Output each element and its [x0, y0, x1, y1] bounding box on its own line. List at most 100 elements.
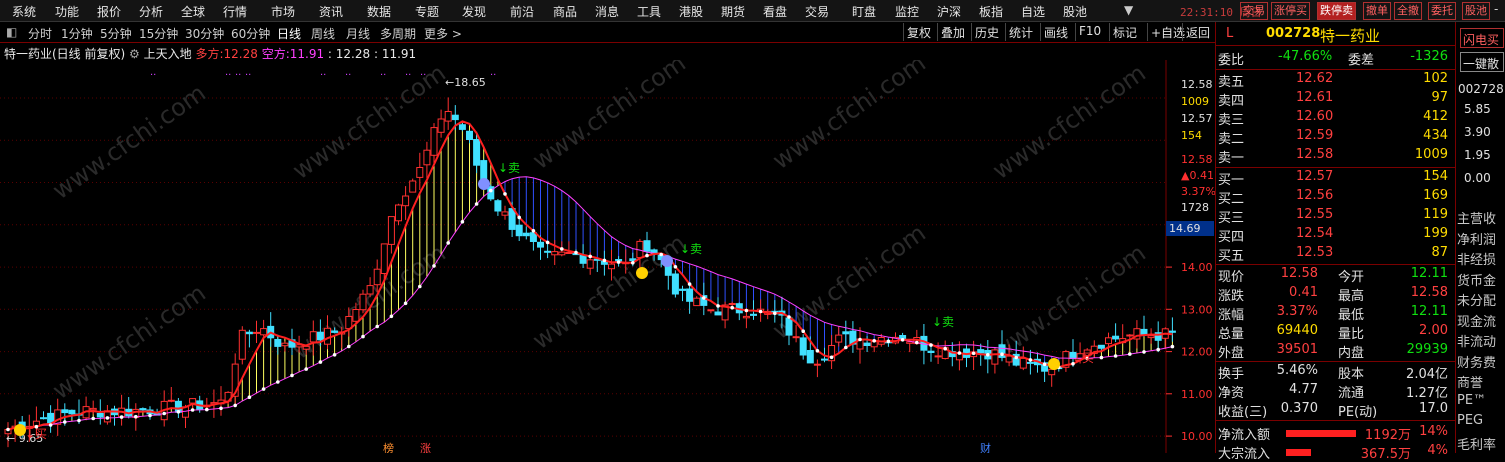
candle-body	[430, 127, 438, 156]
settings-icon[interactable]: ⚙	[129, 47, 140, 61]
trade-button[interactable]: 涨停买	[1271, 2, 1310, 20]
toolbar-button[interactable]: 画线	[1040, 23, 1071, 41]
toolbar-button[interactable]: F10	[1075, 23, 1104, 41]
stat-row: 现价 12.58 今开 12.11	[1216, 266, 1456, 285]
toolbar-button[interactable]: 叠加	[937, 23, 968, 41]
fundamental-item[interactable]: 现金流	[1457, 311, 1496, 330]
menu-item[interactable]: 看盘	[763, 3, 787, 20]
menu-item[interactable]: 商品	[553, 3, 577, 20]
side-code: 002728	[1458, 82, 1504, 96]
trade-button[interactable]: 全撤	[1394, 2, 1422, 20]
event-marker[interactable]: 财	[980, 441, 991, 453]
menu-item[interactable]: 分析	[139, 3, 163, 20]
ma-dot	[389, 314, 394, 319]
menu-item[interactable]: 报价	[97, 3, 121, 20]
menu-item[interactable]: 系统	[12, 3, 36, 20]
fundamental-item[interactable]: 商誉	[1457, 372, 1483, 391]
candle-body	[1026, 361, 1034, 364]
trade-button[interactable]: 交易	[1240, 2, 1268, 20]
toolbar-button[interactable]: 返回	[1182, 23, 1213, 41]
menu-item[interactable]: 市场	[271, 3, 295, 20]
flash-buy-button[interactable]: 闪电买	[1460, 28, 1504, 48]
candlestick-chart[interactable]: www.cfchi.com www.cfchi.com www.cfchi.com w…	[0, 60, 1215, 453]
fundamental-item[interactable]: 非经损	[1457, 249, 1496, 268]
fundamental-item[interactable]: 非流动	[1457, 331, 1496, 350]
menu-item[interactable]: 沪深	[937, 3, 961, 20]
toolbar-button[interactable]: 历史	[971, 23, 1002, 41]
menu-item[interactable]: 港股	[679, 3, 703, 20]
menu-item[interactable]: 全球	[181, 3, 205, 20]
timeframe-tab[interactable]: 多周期	[380, 25, 416, 42]
toolbar-button[interactable]: 统计	[1005, 23, 1036, 41]
timeframe-tab[interactable]: 日线	[277, 25, 301, 42]
ma-dot	[787, 315, 791, 319]
event-marker[interactable]: 榜	[383, 441, 394, 453]
menu-item[interactable]: 监控	[895, 3, 919, 20]
menu-item[interactable]: 前沿	[510, 3, 534, 20]
timeframe-tab[interactable]: 周线	[311, 25, 335, 42]
timeframe-tab[interactable]: 5分钟	[100, 25, 132, 42]
timeframe-tab[interactable]: 15分钟	[139, 25, 178, 42]
timeframe-tab[interactable]: 月线	[346, 25, 370, 42]
trade-button[interactable]: 跌停卖	[1317, 2, 1356, 20]
menu-item[interactable]: 板指	[979, 3, 1003, 20]
trade-button[interactable]: 股池	[1462, 2, 1490, 20]
kong-value: 11.91	[289, 47, 325, 61]
menu-item[interactable]: 数据	[367, 3, 391, 20]
timeframe-tab[interactable]: 60分钟	[231, 25, 270, 42]
toolbar-button[interactable]: 标记	[1109, 23, 1140, 41]
diamond-icon[interactable]: ◇	[1136, 60, 1145, 61]
timeframe-tab[interactable]: 更多 >	[424, 25, 462, 42]
menu-item[interactable]: 功能	[55, 3, 79, 20]
smile-face-icon	[14, 424, 26, 436]
stat-value: 29939	[1406, 342, 1448, 357]
trade-button[interactable]: 撤单	[1363, 2, 1391, 20]
candle-body	[458, 124, 466, 130]
menu-item[interactable]: 消息	[595, 3, 619, 20]
fundamental-item[interactable]: 货币金	[1457, 270, 1496, 289]
menu-item[interactable]: 股池	[1063, 3, 1087, 20]
axis-change-value: ▲0.41	[1181, 169, 1214, 182]
bid-row: 买二 12.56 169	[1216, 188, 1456, 207]
candle-body	[238, 329, 246, 360]
ma-dot	[716, 304, 720, 308]
menu-item[interactable]: 资讯	[319, 3, 343, 20]
menu-item[interactable]: 发现	[462, 3, 486, 20]
menu-item[interactable]: 期货	[721, 3, 745, 20]
watermark: www.cfchi.com	[987, 60, 1150, 185]
fundamental-item[interactable]: 净利润	[1457, 229, 1496, 248]
ma-dot	[48, 423, 53, 427]
one-click-button[interactable]: 一键散	[1460, 52, 1504, 72]
event-marker[interactable]: 涨	[420, 442, 431, 453]
ask-price: 12.58	[1296, 147, 1334, 162]
stat-value: 0.41	[1289, 285, 1318, 300]
menu-item[interactable]: 专题	[415, 3, 439, 20]
menu-dropdown-icon[interactable]: ▼	[1124, 3, 1133, 17]
menu-item[interactable]: 盯盘	[852, 3, 876, 20]
timeframe-tab[interactable]: 30分钟	[185, 25, 224, 42]
fundamental-item[interactable]: 未分配	[1457, 290, 1496, 309]
menu-item[interactable]: 交易	[805, 3, 829, 20]
fundamental-item[interactable]: PE™	[1457, 393, 1486, 408]
timeframe-tab[interactable]: 1分钟	[61, 25, 93, 42]
bid-price: 12.56	[1296, 188, 1334, 203]
quote-header: L 002728 特一药业	[1216, 22, 1456, 46]
fundamental-item[interactable]: PEG	[1457, 413, 1483, 428]
fundamental-item[interactable]: 主营收	[1457, 208, 1496, 227]
indicator-name[interactable]: 上天入地	[144, 47, 192, 61]
menu-item[interactable]: 工具	[637, 3, 661, 20]
ma-dot	[1113, 354, 1118, 358]
minimize-icon[interactable]: -	[1494, 2, 1498, 16]
menu-item[interactable]: 行情	[223, 3, 247, 20]
signal-dot: ··	[225, 70, 231, 81]
toolbar-button[interactable]: 复权	[903, 23, 934, 41]
bid-label: 买四	[1218, 230, 1245, 245]
ma-dot	[545, 240, 550, 245]
timeframe-tab[interactable]: 分时	[28, 25, 52, 42]
fundamental-item[interactable]: 毛利率	[1457, 434, 1496, 453]
trade-button[interactable]: 委托	[1428, 2, 1456, 20]
fundamental-item[interactable]: 财务费	[1457, 352, 1496, 371]
menu-item[interactable]: 自选	[1021, 3, 1045, 20]
sidebar-toggle-icon[interactable]: ◧	[6, 25, 17, 39]
candle-body	[863, 342, 871, 347]
